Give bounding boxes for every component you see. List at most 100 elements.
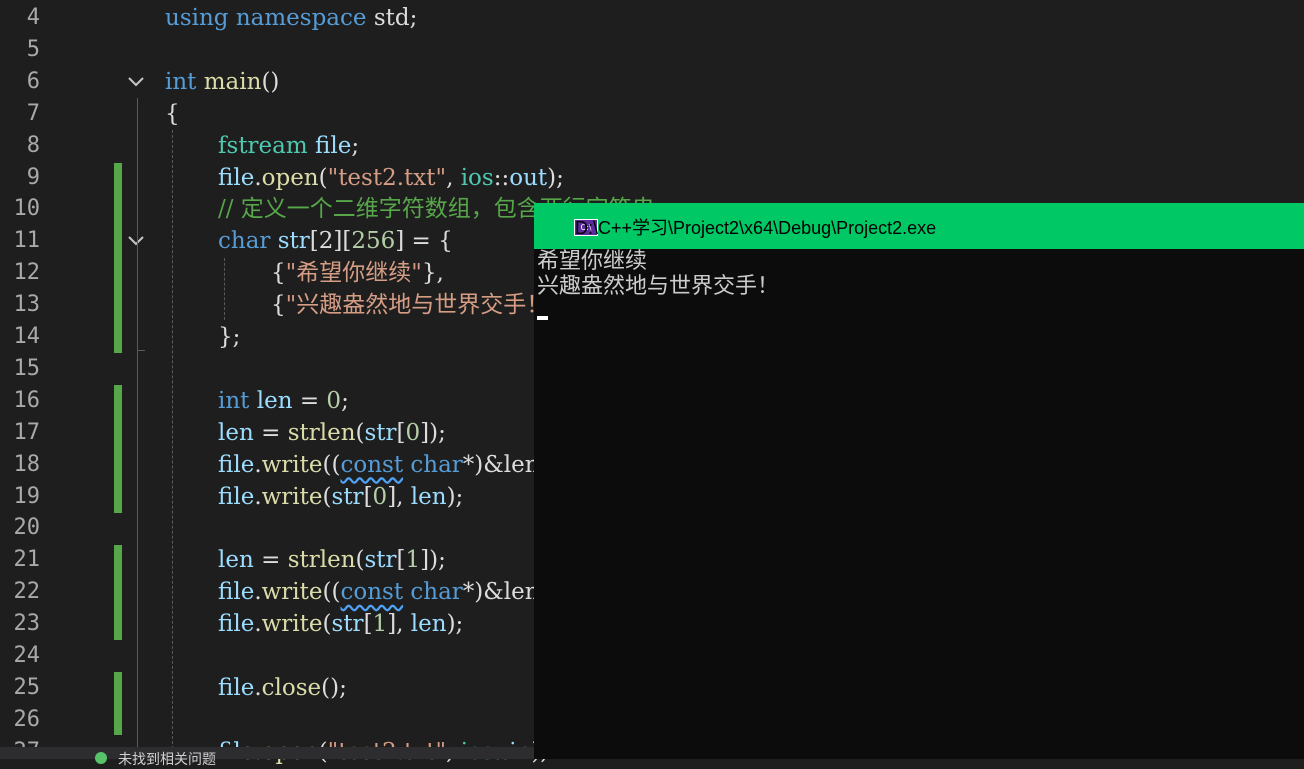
indent-guide — [172, 130, 173, 759]
line-number: 23 — [13, 611, 41, 637]
code-token: len — [410, 611, 447, 638]
code-text: len = strlen(str[0]); — [218, 417, 446, 449]
code-text: {"兴趣盎然地与世界交手！"} — [271, 289, 574, 321]
code-line[interactable]: 4 using namespace std; — [0, 2, 1304, 34]
code-text: file.close(); — [218, 672, 347, 704]
code-token: str — [331, 483, 364, 510]
code-token: file — [218, 674, 255, 701]
line-number: 12 — [13, 260, 41, 286]
code-text: }; — [218, 321, 240, 353]
code-token: , — [446, 164, 461, 191]
change-indicator — [114, 163, 122, 353]
console-title-bar[interactable]: C:\ D:\C++学习\Project2\x64\Debug\Project2… — [534, 203, 1304, 249]
code-token: 1 — [372, 611, 388, 638]
code-token: write — [261, 483, 323, 510]
code-token: ); — [547, 164, 564, 191]
line-number: 16 — [13, 387, 41, 413]
line-number: 18 — [13, 451, 41, 477]
code-token: ios — [460, 164, 494, 191]
code-line[interactable]: 6 int main() — [0, 66, 1304, 98]
code-token: { — [271, 260, 286, 287]
code-token: (); — [321, 674, 347, 701]
code-token: int — [218, 387, 257, 414]
code-token: file — [218, 164, 255, 191]
code-token: }; — [218, 324, 241, 350]
line-number: 5 — [26, 36, 40, 62]
status-bar: 未找到相关问题 — [0, 747, 534, 767]
indent-guide — [224, 258, 225, 320]
code-token: "test2.txt" — [327, 164, 447, 191]
code-token: { — [165, 100, 180, 127]
code-text: { — [165, 98, 180, 130]
code-token: 0 — [326, 387, 342, 414]
code-token: = — [292, 387, 327, 414]
line-number: 6 — [26, 68, 40, 94]
code-token: ( — [322, 483, 332, 510]
code-token: () — [261, 68, 280, 95]
code-token: file — [315, 132, 352, 159]
code-token: file — [218, 611, 255, 638]
code-text: using namespace std; — [165, 2, 417, 34]
code-token: ); — [446, 611, 464, 638]
code-token: using — [165, 5, 236, 31]
change-indicator — [114, 672, 122, 735]
line-number: 19 — [13, 483, 41, 509]
change-indicator — [114, 545, 122, 640]
code-text: file.write(str[1], len); — [218, 608, 463, 640]
code-token: ; — [351, 132, 360, 159]
code-token: out — [509, 164, 548, 191]
code-token: const — [340, 579, 404, 606]
code-token: char — [410, 451, 463, 478]
line-number: 9 — [26, 164, 40, 190]
code-text: file.open("test2.txt", ios::out); — [218, 162, 564, 194]
code-token: char — [218, 228, 278, 255]
code-line[interactable]: 7{ — [0, 98, 1304, 130]
code-token: "兴趣盎然地与世界交手！" — [285, 292, 560, 319]
line-number: 14 — [13, 324, 41, 349]
code-token: ( — [318, 164, 328, 191]
code-token: namespace — [235, 5, 374, 31]
code-line[interactable]: 9 file.open("test2.txt", ios::out); — [0, 162, 1304, 194]
code-text: char str[2][256] = { — [218, 225, 453, 257]
code-token: :: — [493, 164, 510, 191]
code-token: [2][ — [309, 228, 352, 255]
code-token: ], — [387, 483, 411, 510]
code-token: . — [254, 483, 262, 510]
console-output-line: 希望你继续 — [537, 249, 648, 274]
code-token: ( — [322, 611, 332, 638]
code-token: [ — [396, 547, 406, 574]
line-number: 8 — [26, 132, 40, 158]
code-token: file — [218, 451, 255, 478]
line-number: 11 — [13, 228, 41, 254]
line-number: 24 — [13, 643, 41, 668]
line-number: 4 — [26, 5, 40, 30]
check-icon — [95, 752, 107, 764]
console-output-line: 兴趣盎然地与世界交手！ — [537, 274, 780, 299]
code-token: fstream — [218, 132, 315, 159]
code-token: main — [203, 68, 262, 95]
code-token: std; — [373, 5, 418, 31]
console-title: D:\C++学习\Project2\x64\Debug\Project2.exe — [575, 218, 937, 238]
code-token: str — [277, 228, 310, 255]
code-token: str — [364, 419, 397, 446]
code-token: "希望你继续" — [285, 260, 422, 287]
fold-chevron-icon[interactable] — [127, 232, 145, 250]
code-token: ( — [355, 419, 365, 446]
code-token: file — [218, 483, 255, 510]
line-number: 7 — [26, 100, 40, 126]
status-text: 未找到相关问题 — [118, 751, 216, 767]
code-token: . — [254, 579, 262, 606]
line-number: 26 — [13, 706, 41, 732]
outline-guide — [137, 98, 138, 759]
code-token: ]); — [420, 419, 446, 446]
code-line[interactable]: 5 — [0, 34, 1304, 66]
fold-chevron-icon[interactable] — [127, 73, 145, 91]
line-number: 15 — [13, 355, 41, 381]
code-token: const — [340, 451, 404, 478]
console-window[interactable]: C:\ D:\C++学习\Project2\x64\Debug\Project2… — [534, 203, 1304, 759]
line-number: 17 — [13, 419, 41, 445]
code-token: ); — [446, 483, 464, 510]
code-line[interactable]: 8 fstream file; — [0, 130, 1304, 162]
code-token: 256 — [351, 228, 396, 255]
code-token: [ — [363, 611, 373, 638]
